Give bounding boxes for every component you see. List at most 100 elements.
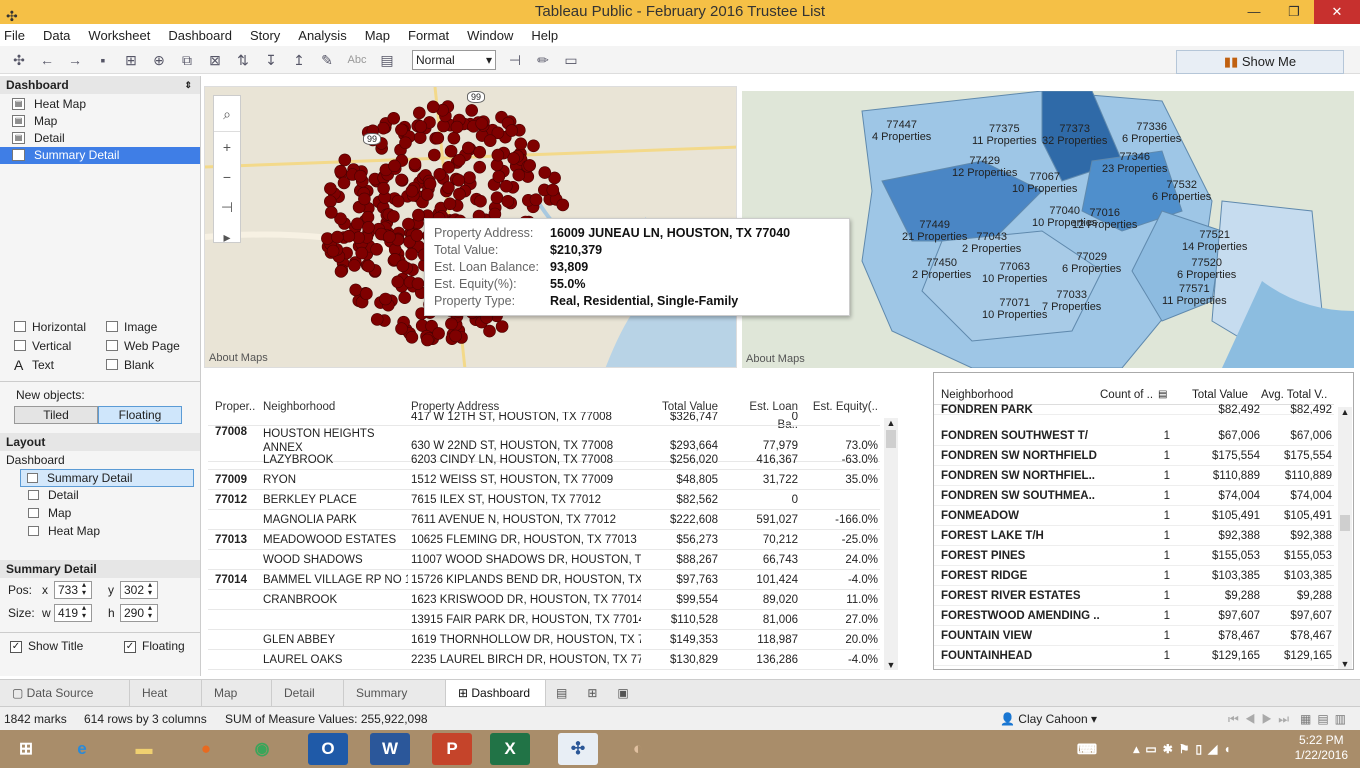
scroll-up-icon[interactable]: ▲ [1338,407,1352,417]
property-dot[interactable] [492,170,506,183]
table-row[interactable]: GLEN ABBEY 1619 THORNHOLLOW DR, HOUSTON, … [208,630,880,650]
panel-menu-icon[interactable]: ⇕ [184,76,192,94]
property-dot[interactable] [546,183,560,197]
property-dot[interactable] [405,184,419,198]
table-row[interactable]: LAUREL OAKS 2235 LAUREL BIRCH DR, HOUSTON… [208,650,880,670]
property-dot[interactable] [475,117,489,130]
property-dot[interactable] [362,259,375,273]
tab-summary-detail[interactable]: Summary Detail [344,679,446,727]
property-dot[interactable] [334,265,348,278]
redo-icon[interactable]: → [64,50,86,70]
menu-analysis[interactable]: Analysis [298,28,346,43]
show-title-checkbox[interactable]: ✓ Show Title [10,639,124,653]
property-dot[interactable] [423,177,437,191]
sort-descending-icon[interactable]: ↥ [288,50,310,70]
table-row[interactable]: FOREST RIVER ESTATES 1 $9,288 $9,288 [934,586,1334,606]
property-dot[interactable] [377,182,390,195]
property-dot[interactable] [402,217,415,231]
vertical-scrollbar[interactable]: ▲ ▼ [1338,407,1352,669]
tab-detail[interactable]: Detail [272,679,344,707]
new-dashboard-tab-icon[interactable]: ⊞ [577,680,607,707]
table-row[interactable]: FORESTWOOD AMENDING .. 1 $97,607 $97,607 [934,606,1334,626]
property-dot[interactable] [465,104,479,117]
property-dot[interactable] [433,168,447,181]
file-explorer-icon[interactable]: ▬ [124,733,164,765]
property-dot[interactable] [411,277,425,290]
search-icon[interactable]: ⌕ [214,96,240,132]
property-dot[interactable] [483,134,497,148]
property-dot[interactable] [474,194,487,208]
table-row[interactable]: MAGNOLIA PARK 7611 AVENUE N, HOUSTON, TX … [208,510,880,530]
property-dot[interactable] [351,217,364,231]
sheet-item-heat-map[interactable]: ▤ Heat Map [0,96,200,113]
property-dot[interactable] [523,159,537,172]
tab-map[interactable]: Map [202,679,272,707]
table-row[interactable]: FOREST RIDGE 1 $103,385 $103,385 [934,566,1334,586]
summary-detail-table[interactable]: Neighborhood Count of .. ▤ Total Value A… [933,372,1354,670]
close-button[interactable]: ✕ [1314,0,1360,24]
duplicate-sheet-icon[interactable]: ⧉ [176,50,198,70]
property-dot[interactable] [387,210,400,223]
scroll-down-icon[interactable]: ▼ [1338,659,1352,669]
layout-item-map[interactable]: Map [0,505,200,523]
table-row[interactable]: CRANBROOK 1623 KRISWOOD DR, HOUSTON, TX 7… [208,590,880,610]
table-row[interactable]: 77014 BAMMEL VILLAGE RP NO 1 15726 KIPLAND… [208,570,880,590]
property-dot[interactable] [342,229,356,243]
sheet-item-detail[interactable]: ▤ Detail [0,130,200,147]
menu-data[interactable]: Data [43,28,70,43]
object-image[interactable]: Image [104,319,196,335]
highlight-icon[interactable]: ✎ [316,50,338,70]
property-dot[interactable] [398,291,411,304]
tableau-icon[interactable]: ✣ [8,50,30,70]
property-dot[interactable] [505,124,519,137]
about-maps-link[interactable]: About Maps [746,353,805,365]
start-button[interactable]: ⊞ [6,733,46,765]
object-blank[interactable]: Blank [104,357,196,373]
table-row[interactable]: FONDREN SW NORTHFIEL.. 1 $110,889 $110,889 [934,466,1334,486]
paint-icon[interactable]: ◐ [618,733,658,765]
layout-item-detail[interactable]: Detail [0,487,200,505]
table-row[interactable]: LAZYBROOK 6203 CINDY LN, HOUSTON, TX 7700… [208,450,880,470]
width-input[interactable]: 419 [54,603,92,622]
property-dot[interactable] [391,275,404,289]
property-dot[interactable] [483,324,496,338]
view-toggle-icons[interactable]: ▦▤▥ [1300,707,1352,731]
new-worksheet-icon[interactable]: ⊕ [148,50,170,70]
property-dot[interactable] [499,179,513,193]
property-dot[interactable] [491,148,505,162]
property-dot[interactable] [450,120,464,134]
clear-sheet-icon[interactable]: ⊠ [204,50,226,70]
property-dot[interactable] [379,292,392,306]
property-dot[interactable] [395,123,408,137]
property-dot[interactable] [449,329,462,343]
pin-icon[interactable]: ⊣ [504,50,526,70]
property-dot[interactable] [538,166,552,179]
property-dot[interactable] [556,198,570,212]
property-dot[interactable] [358,192,371,206]
table-row[interactable]: FONMEADOW 1 $105,491 $105,491 [934,506,1334,526]
new-worksheet-tab-icon[interactable]: ▤ [546,680,577,707]
table-row[interactable]: FONDREN SW SOUTHMEA.. 1 $74,004 $74,004 [934,486,1334,506]
user-menu[interactable]: 👤 Clay Cahoon ▾ [1000,707,1097,731]
property-dot[interactable] [421,188,434,201]
property-dot[interactable] [348,259,361,272]
menu-window[interactable]: Window [467,28,513,43]
clock[interactable]: 5:22 PM 1/22/2016 [1295,733,1348,763]
vertical-scrollbar[interactable]: ▲ ▼ [884,418,898,670]
property-dot[interactable] [443,197,457,211]
property-dot[interactable] [445,317,458,331]
property-dot[interactable] [473,160,487,174]
tab-data-source[interactable]: ▢ Data Source [0,679,130,707]
property-dot[interactable] [370,243,383,256]
property-dot[interactable] [338,153,352,167]
pen-icon[interactable]: ✏ [532,50,554,70]
about-maps-link[interactable]: About Maps [209,352,268,364]
menu-format[interactable]: Format [408,28,449,43]
table-row[interactable]: 77013 MEADOWOOD ESTATES 10625 FLEMING DR, … [208,530,880,550]
table-row[interactable]: WOOD SHADOWS 11007 WOOD SHADOWS DR, HOUST… [208,550,880,570]
table-row[interactable]: FOUNTAINHEAD 1 $129,165 $129,165 [934,646,1334,666]
property-dot[interactable] [405,331,419,344]
table-row[interactable]: 77009 RYON 1512 WEISS ST, HOUSTON, TX 7700… [208,470,880,490]
property-dot[interactable] [527,139,540,153]
property-dot[interactable] [426,100,440,114]
